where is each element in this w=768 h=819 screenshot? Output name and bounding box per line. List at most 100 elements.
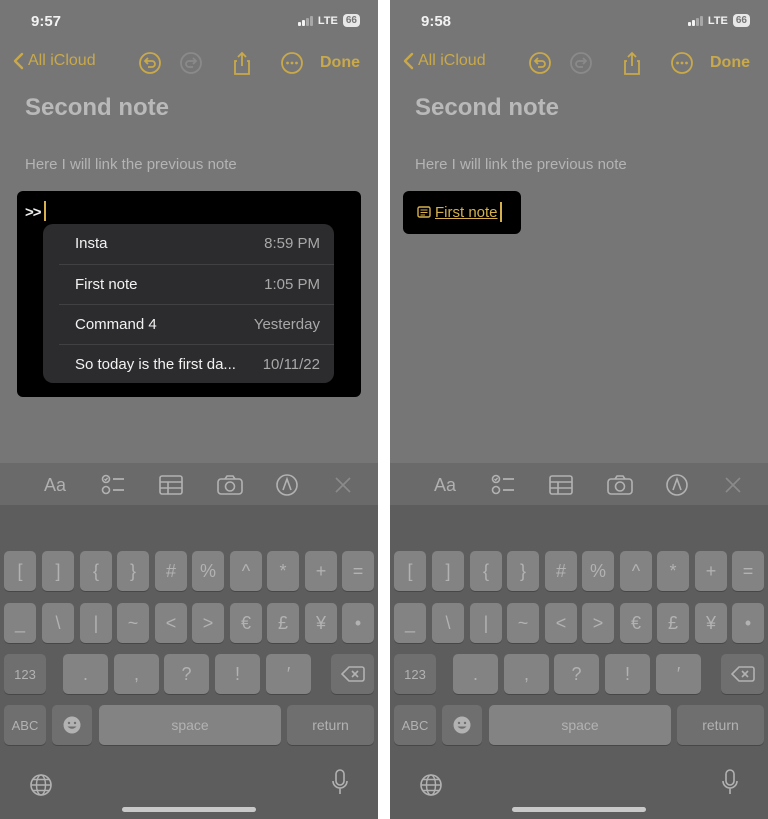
key[interactable]: } [507, 551, 539, 591]
key[interactable]: ] [42, 551, 74, 591]
key[interactable]: + [695, 551, 727, 591]
redo-icon[interactable] [568, 50, 594, 76]
suggestion-item[interactable]: First note 1:05 PM [43, 265, 334, 305]
numbers-mode-key[interactable]: 123 [394, 654, 436, 694]
key[interactable]: ! [605, 654, 650, 694]
more-icon[interactable] [279, 50, 305, 76]
markup-icon[interactable] [275, 473, 299, 497]
note-body[interactable]: Here I will link the previous note [415, 156, 627, 173]
key[interactable]: * [657, 551, 689, 591]
key[interactable]: } [117, 551, 149, 591]
key[interactable]: | [470, 603, 502, 643]
emoji-key[interactable] [52, 705, 92, 745]
abc-key[interactable]: ABC [394, 705, 436, 745]
globe-icon[interactable] [419, 773, 443, 797]
key[interactable]: ? [554, 654, 599, 694]
table-icon[interactable] [158, 473, 184, 497]
return-key[interactable]: return [677, 705, 764, 745]
markup-icon[interactable] [665, 473, 689, 497]
backspace-key[interactable] [331, 654, 374, 694]
key[interactable]: = [732, 551, 764, 591]
key[interactable]: * [267, 551, 299, 591]
emoji-key[interactable] [442, 705, 482, 745]
key[interactable]: ^ [620, 551, 652, 591]
key[interactable]: _ [4, 603, 36, 643]
key[interactable]: , [504, 654, 549, 694]
key[interactable]: # [545, 551, 577, 591]
camera-icon[interactable] [216, 473, 244, 497]
key[interactable]: < [545, 603, 577, 643]
redo-icon[interactable] [178, 50, 204, 76]
suggestion-item[interactable]: So today is the first da... 10/11/22 [43, 345, 334, 385]
key[interactable]: > [582, 603, 614, 643]
key[interactable]: € [230, 603, 262, 643]
close-icon[interactable] [334, 473, 352, 497]
key[interactable]: • [342, 603, 374, 643]
key[interactable]: £ [267, 603, 299, 643]
key[interactable]: { [470, 551, 502, 591]
key[interactable]: { [80, 551, 112, 591]
suggestion-item[interactable]: Insta 8:59 PM [43, 224, 334, 264]
key[interactable]: ′ [266, 654, 311, 694]
key[interactable]: % [192, 551, 224, 591]
key[interactable]: < [155, 603, 187, 643]
more-icon[interactable] [669, 50, 695, 76]
key[interactable]: ^ [230, 551, 262, 591]
return-key[interactable]: return [287, 705, 374, 745]
share-icon[interactable] [229, 50, 255, 76]
key[interactable]: ! [215, 654, 260, 694]
format-button[interactable]: Aa [430, 473, 460, 497]
key[interactable]: = [342, 551, 374, 591]
done-button[interactable]: Done [710, 54, 750, 72]
globe-icon[interactable] [29, 773, 53, 797]
key[interactable]: + [305, 551, 337, 591]
key[interactable]: . [453, 654, 498, 694]
key[interactable]: \ [42, 603, 74, 643]
microphone-icon[interactable] [332, 769, 348, 795]
note-link-text[interactable]: First note [435, 204, 498, 221]
key[interactable]: ~ [507, 603, 539, 643]
checklist-icon[interactable] [100, 473, 126, 497]
key[interactable]: £ [657, 603, 689, 643]
camera-icon[interactable] [606, 473, 634, 497]
done-button[interactable]: Done [320, 54, 360, 72]
share-icon[interactable] [619, 50, 645, 76]
key[interactable]: ¥ [695, 603, 727, 643]
space-key[interactable]: space [99, 705, 281, 745]
key[interactable]: _ [394, 603, 426, 643]
table-icon[interactable] [548, 473, 574, 497]
key[interactable]: ] [432, 551, 464, 591]
key[interactable]: • [732, 603, 764, 643]
key[interactable]: . [63, 654, 108, 694]
format-button[interactable]: Aa [40, 473, 70, 497]
suggestion-item[interactable]: Command 4 Yesterday [43, 305, 334, 345]
note-link-chip[interactable]: First note [403, 191, 521, 234]
checklist-icon[interactable] [490, 473, 516, 497]
key[interactable]: % [582, 551, 614, 591]
key[interactable]: \ [432, 603, 464, 643]
key[interactable]: € [620, 603, 652, 643]
key[interactable]: | [80, 603, 112, 643]
back-button[interactable]: All iCloud [12, 52, 96, 70]
key[interactable]: # [155, 551, 187, 591]
space-key[interactable]: space [489, 705, 671, 745]
backspace-key[interactable] [721, 654, 764, 694]
abc-key[interactable]: ABC [4, 705, 46, 745]
microphone-icon[interactable] [722, 769, 738, 795]
note-body[interactable]: Here I will link the previous note [25, 156, 237, 173]
key[interactable]: , [114, 654, 159, 694]
key[interactable]: ~ [117, 603, 149, 643]
key[interactable]: > [192, 603, 224, 643]
back-button[interactable]: All iCloud [402, 52, 486, 70]
key[interactable]: [ [4, 551, 36, 591]
key[interactable]: ′ [656, 654, 701, 694]
battery-icon: 66 [732, 14, 750, 27]
undo-icon[interactable] [137, 50, 163, 76]
undo-icon[interactable] [527, 50, 553, 76]
key[interactable]: [ [394, 551, 426, 591]
numbers-mode-key[interactable]: 123 [4, 654, 46, 694]
signal-icon [297, 15, 313, 26]
key[interactable]: ? [164, 654, 209, 694]
close-icon[interactable] [724, 473, 742, 497]
key[interactable]: ¥ [305, 603, 337, 643]
